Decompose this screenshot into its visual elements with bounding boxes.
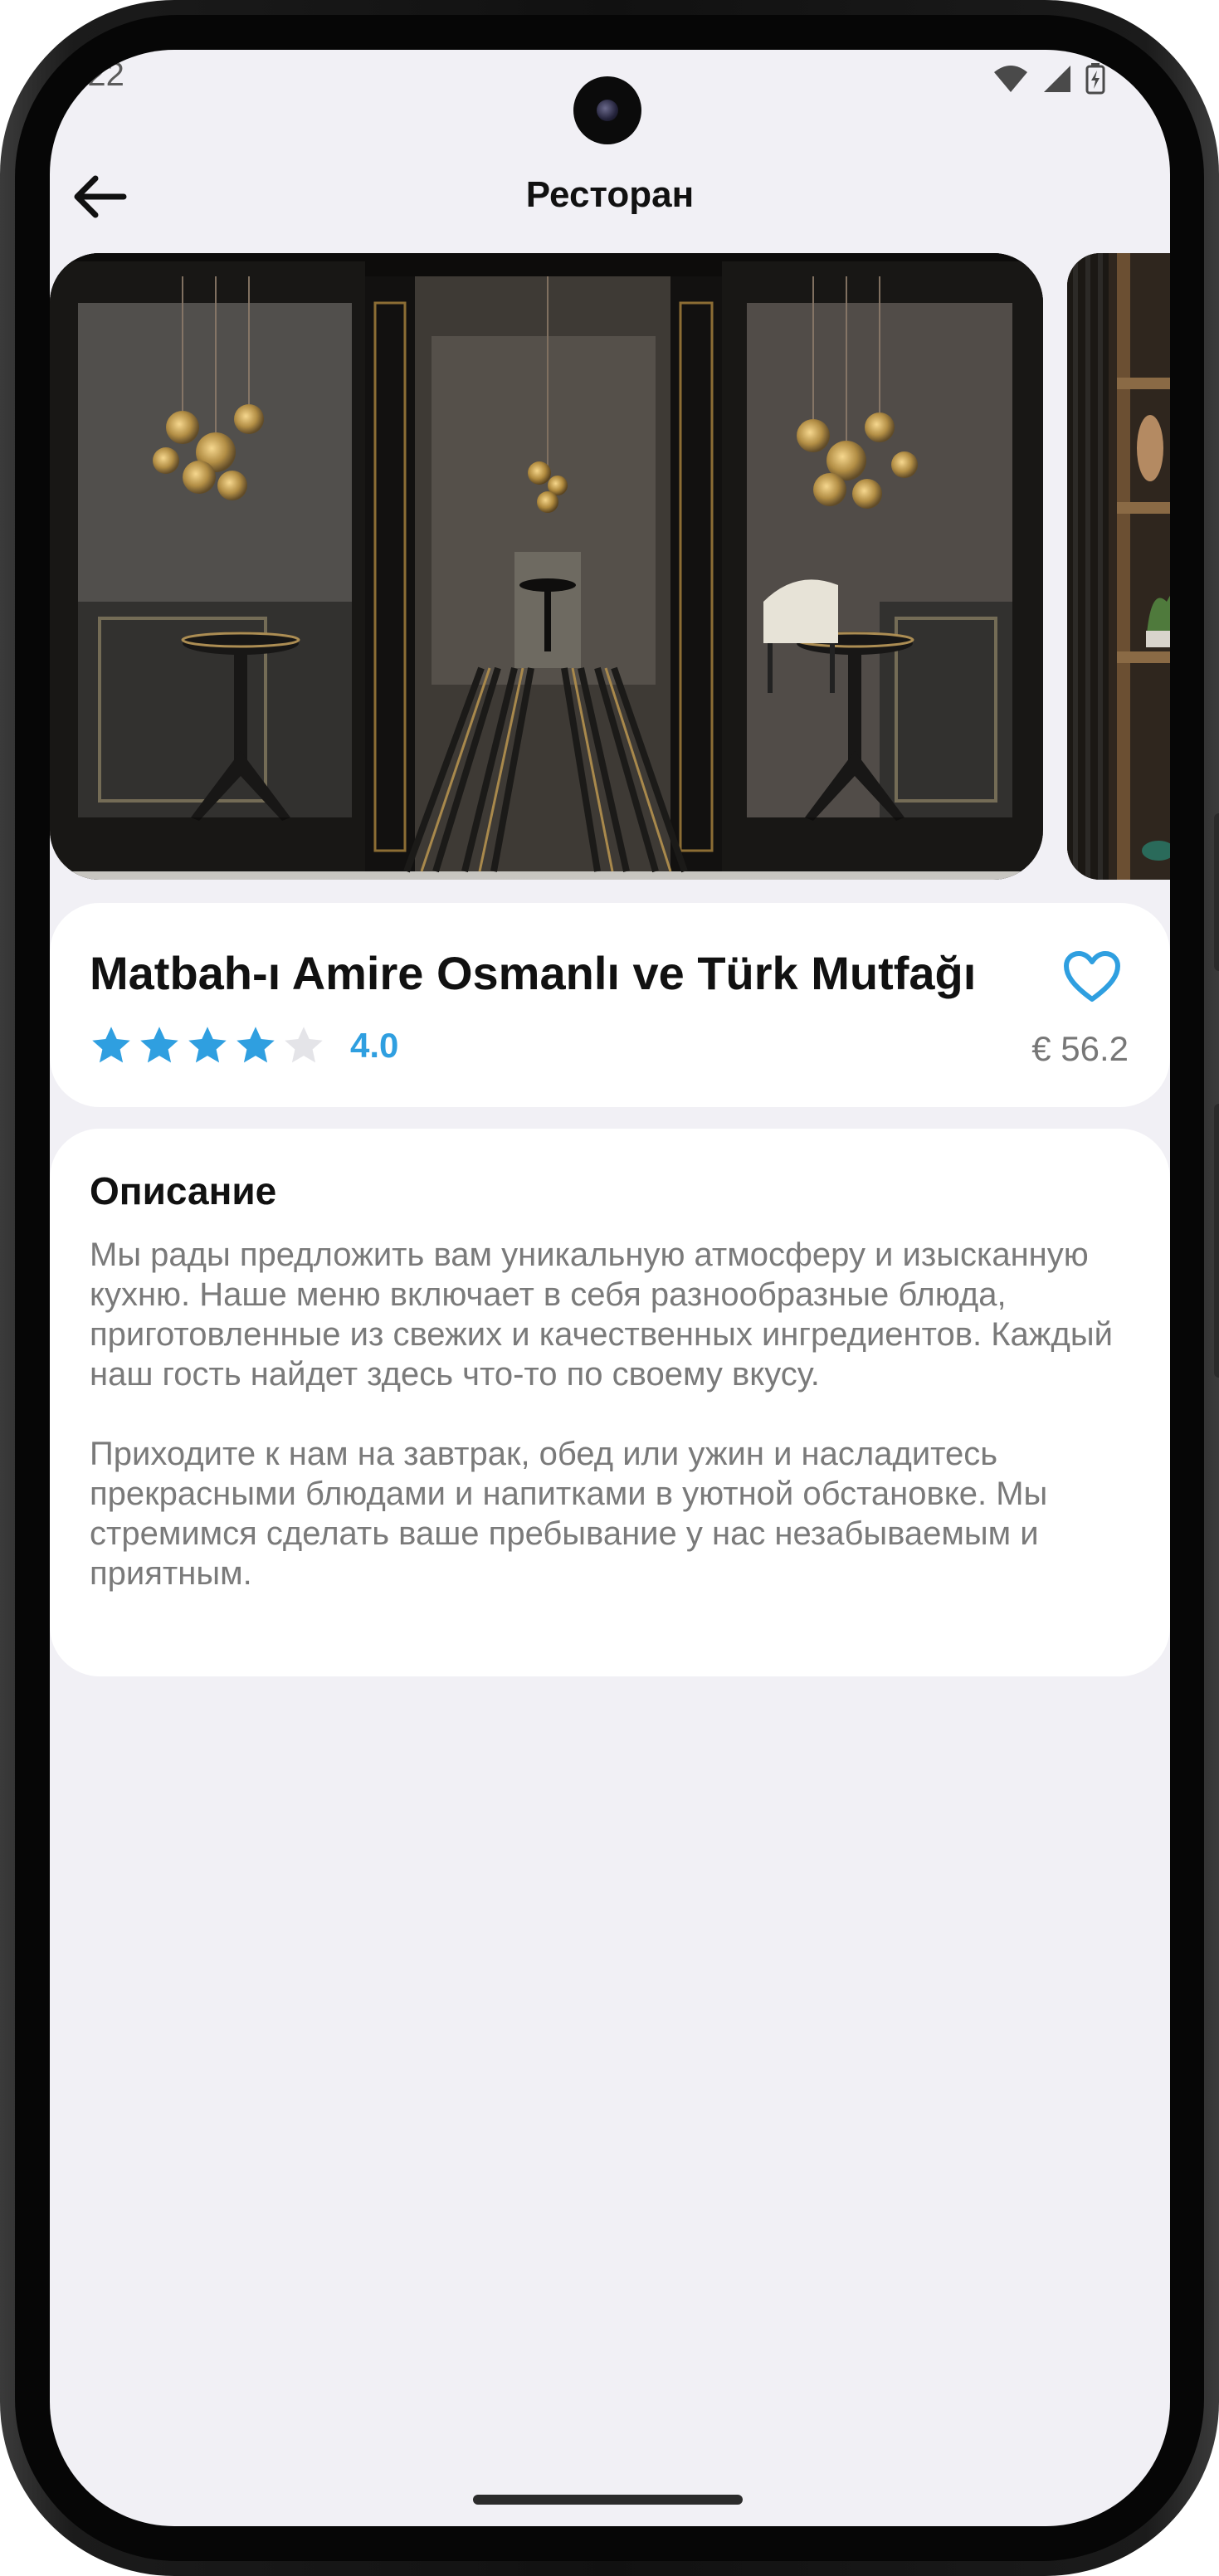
restaurant-interior-illustration [50,253,1043,880]
photo-gallery[interactable] [50,253,1170,880]
cellular-signal-icon [1044,66,1070,92]
star-rating [90,1024,330,1067]
app-bar: Ресторан [50,141,1170,241]
status-icons [992,63,1105,95]
star-filled-icon [92,1027,130,1063]
front-camera [573,76,641,144]
description-text: Мы рады предложить вам уникальную атмосф… [90,1235,1127,1633]
screen: 8:22 Ресторан Matbah-ı Amire Osmanlı ve … [50,50,1170,2526]
star-filled-icon [188,1027,227,1063]
star-filled-icon [236,1027,275,1063]
rating: 4.0 [90,1024,398,1067]
volume-button [1214,813,1219,971]
star-empty-icon [285,1027,323,1063]
restaurant-wall-photo[interactable] [1067,253,1170,880]
battery-charging-icon [1085,63,1105,95]
price: € 56.2 [1031,1029,1129,1068]
description-card: Описание Мы рады предложить вам уникальн… [50,1129,1170,1676]
restaurant-info-card: Matbah-ı Amire Osmanlı ve Türk Mutfağı 4… [50,903,1170,1107]
rating-value: 4.0 [350,1026,399,1065]
description-paragraph: Мы рады предложить вам уникальную атмосф… [90,1237,1113,1393]
restaurant-interior-photo[interactable] [50,253,1043,880]
description-paragraph: Приходите к нам на завтрак, обед или ужи… [90,1436,1048,1592]
status-bar: 8:22 [50,50,1170,144]
wifi-icon [994,66,1027,92]
page-title: Ресторан [525,174,695,215]
phone-frame: 8:22 Ресторан Matbah-ı Amire Osmanlı ve … [0,0,1219,2576]
restaurant-wall-illustration [1067,253,1170,880]
star-filled-icon [140,1027,178,1063]
home-indicator[interactable] [473,2495,743,2505]
status-time: 8:22 [60,56,124,93]
heart-outline-icon [1064,951,1120,1002]
description-title: Описание [90,1169,277,1212]
favorite-button[interactable] [1059,944,1125,1011]
power-button [1214,1104,1219,1378]
restaurant-name: Matbah-ı Amire Osmanlı ve Türk Mutfağı [90,947,977,999]
